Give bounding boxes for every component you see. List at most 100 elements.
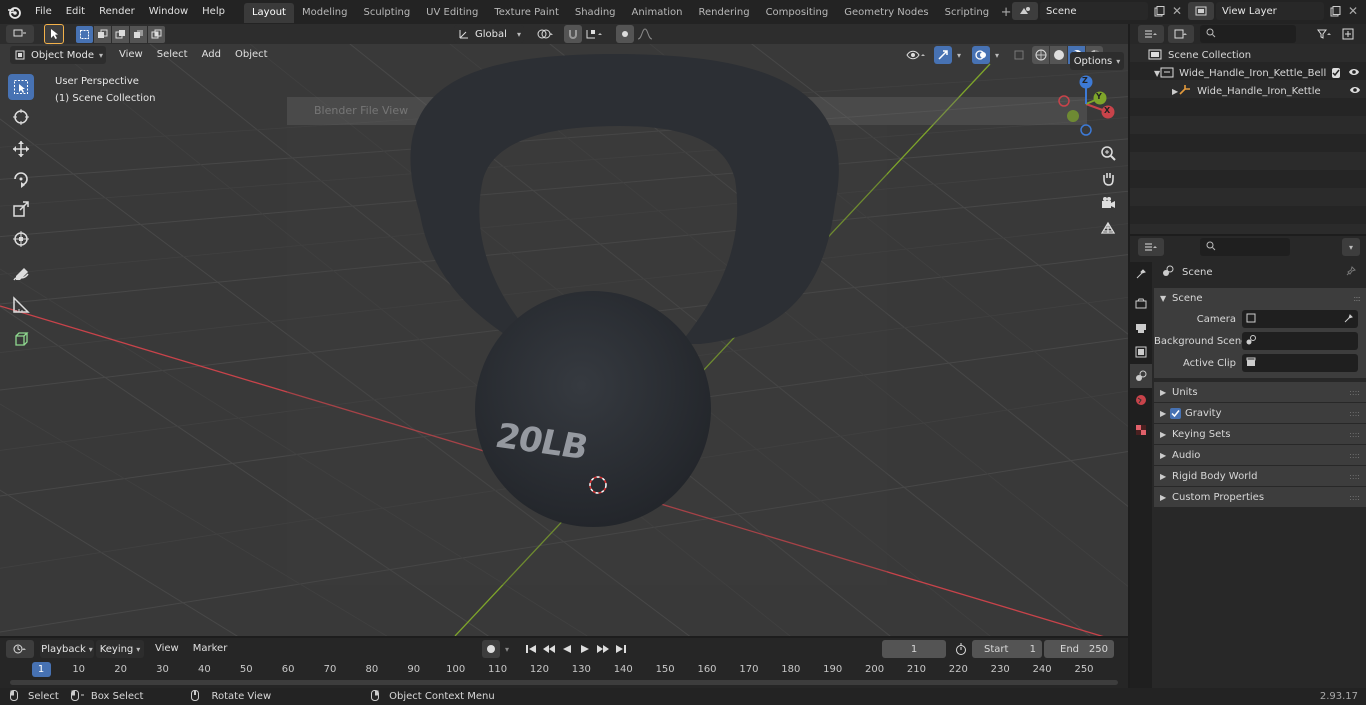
eyedropper-icon[interactable] [1344, 313, 1354, 326]
current-frame-field[interactable]: 1 [882, 640, 946, 658]
drag-handle-icon[interactable]: :::: [1349, 409, 1360, 418]
tab-rendering[interactable]: Rendering [690, 3, 757, 23]
editor-type-icon[interactable] [6, 25, 34, 43]
panel-rigid-body-world[interactable]: ▶ Rigid Body World :::: [1154, 466, 1366, 486]
navigation-gizmo[interactable]: X Y Z [1056, 74, 1120, 138]
tab-render-icon[interactable] [1130, 292, 1152, 316]
3d-viewport[interactable]: 20LB Blender File View User Perspective … [0, 44, 1128, 636]
vp-menu-object[interactable]: Object [228, 44, 275, 66]
falloff-icon[interactable] [634, 25, 656, 43]
tool-select-box[interactable] [8, 74, 34, 100]
menu-window[interactable]: Window [142, 0, 195, 24]
menu-edit[interactable]: Edit [59, 0, 92, 24]
menu-file[interactable]: File [28, 0, 59, 24]
drag-handle-icon[interactable]: :::: [1353, 294, 1361, 303]
play-icon[interactable] [576, 640, 594, 658]
record-dropdown-icon[interactable]: ▾ [500, 640, 514, 658]
scene-panel-header[interactable]: ▼ Scene :::: [1154, 288, 1366, 308]
jump-start-icon[interactable] [522, 640, 540, 658]
properties-options-icon[interactable]: ▾ [1342, 238, 1360, 256]
next-keyframe-icon[interactable] [594, 640, 612, 658]
end-frame-field[interactable]: End 250 [1044, 640, 1114, 658]
tab-animation[interactable]: Animation [624, 3, 691, 23]
panel-keying-sets[interactable]: ▶ Keying Sets :::: [1154, 424, 1366, 444]
timeline-scrollbar[interactable] [10, 680, 1118, 685]
tool-scale[interactable] [8, 196, 34, 222]
tab-texture-paint[interactable]: Texture Paint [486, 3, 567, 23]
tool-transform[interactable] [8, 226, 34, 252]
object-mode-dropdown[interactable]: Object Mode ▾ [10, 46, 106, 64]
display-mode-icon[interactable] [1168, 25, 1194, 43]
mode-new-icon[interactable] [76, 25, 93, 43]
tool-measure[interactable] [8, 292, 34, 318]
tab-modeling[interactable]: Modeling [294, 3, 356, 23]
drag-handle-icon[interactable]: :::: [1349, 430, 1360, 439]
drag-handle-icon[interactable]: :::: [1349, 451, 1360, 460]
xray-icon[interactable] [1010, 46, 1028, 64]
hide-eye-icon[interactable] [1349, 85, 1361, 98]
camera-field[interactable] [1242, 310, 1358, 328]
timeline-menu-marker[interactable]: Marker [186, 638, 235, 660]
tool-cursor[interactable] [8, 104, 34, 130]
scene-name-field[interactable]: Scene [1040, 2, 1148, 20]
vp-menu-add[interactable]: Add [195, 44, 228, 66]
jump-end-icon[interactable] [612, 640, 630, 658]
close-view-layer-icon[interactable]: ✕ [1344, 2, 1362, 20]
gizmo-toggle-icon[interactable] [934, 46, 952, 64]
tab-view-layer-icon[interactable] [1130, 340, 1152, 364]
panel-gravity[interactable]: ▶ Gravity :::: [1154, 403, 1366, 423]
tool-move[interactable] [8, 136, 34, 162]
tab-layout[interactable]: Layout [243, 3, 294, 23]
mode-extend-icon[interactable] [94, 25, 111, 43]
tab-geometry-nodes[interactable]: Geometry Nodes [836, 3, 936, 23]
keying-dropdown[interactable]: Keying ▾ [96, 640, 144, 658]
mode-subtract-icon[interactable] [112, 25, 129, 43]
drag-handle-icon[interactable]: :::: [1349, 493, 1360, 502]
zoom-icon[interactable] [1097, 142, 1119, 164]
gravity-checkbox[interactable] [1170, 407, 1181, 419]
pivot-point-icon[interactable] [530, 25, 560, 43]
playback-dropdown[interactable]: Playback ▾ [40, 640, 94, 658]
options-dropdown[interactable]: Options ▾ [1070, 52, 1124, 70]
outliner-row-scene-collection[interactable]: Scene Collection [1130, 46, 1366, 64]
tab-texture-icon[interactable] [1130, 418, 1152, 442]
drag-handle-icon[interactable]: :::: [1349, 388, 1360, 397]
mode-invert-icon[interactable] [130, 25, 147, 43]
panel-units[interactable]: ▶ Units :::: [1154, 382, 1366, 402]
new-view-layer-icon[interactable] [1326, 2, 1344, 20]
menu-help[interactable]: Help [195, 0, 232, 24]
ortho-grid-icon[interactable] [1097, 217, 1119, 239]
background-scene-field[interactable] [1242, 332, 1358, 350]
mode-intersect-icon[interactable] [148, 25, 165, 43]
timeline-editor-type-icon[interactable] [6, 640, 34, 658]
tab-scene-icon[interactable] [1130, 364, 1152, 388]
timeline-menu-view[interactable]: View [148, 638, 186, 660]
view-layer-browse-icon[interactable] [1188, 2, 1214, 20]
pan-hand-icon[interactable] [1097, 167, 1119, 189]
tab-compositing[interactable]: Compositing [758, 3, 837, 23]
tab-sculpting[interactable]: Sculpting [355, 3, 418, 23]
exclude-checkbox[interactable] [1332, 68, 1341, 78]
close-scene-icon[interactable]: ✕ [1168, 2, 1186, 20]
tool-add-cube[interactable] [8, 326, 34, 352]
outliner-row-object[interactable]: ▶ Wide_Handle_Iron_Kettle [1130, 82, 1366, 100]
panel-custom-properties[interactable]: ▶ Custom Properties :::: [1154, 487, 1366, 507]
stopwatch-icon[interactable] [952, 640, 970, 658]
transform-orientation-dropdown[interactable]: Global ▾ [454, 25, 524, 43]
tab-scripting[interactable]: Scripting [937, 3, 997, 23]
outliner-row-collection[interactable]: ▼ Wide_Handle_Iron_Kettle_Bell [1130, 64, 1366, 82]
tab-shading[interactable]: Shading [567, 3, 624, 23]
frame-ruler[interactable]: 1 10 20 30 40 50 60 70 80 90 100 110 120 130 140 150 160… [0, 662, 1128, 678]
vp-menu-view[interactable]: View [112, 44, 150, 66]
tab-output-icon[interactable] [1130, 316, 1152, 340]
proportional-edit-icon[interactable] [616, 25, 634, 43]
panel-audio[interactable]: ▶ Audio :::: [1154, 445, 1366, 465]
start-frame-field[interactable]: Start 1 [972, 640, 1042, 658]
blender-logo-icon[interactable] [0, 0, 28, 24]
tab-world-icon[interactable] [1130, 388, 1152, 412]
visibility-icon[interactable] [902, 46, 932, 64]
hide-eye-icon[interactable] [1348, 67, 1360, 80]
gizmo-dropdown-icon[interactable]: ▾ [952, 46, 966, 64]
properties-editor-type-icon[interactable] [1138, 238, 1164, 256]
select-tool-icon[interactable] [44, 24, 64, 44]
